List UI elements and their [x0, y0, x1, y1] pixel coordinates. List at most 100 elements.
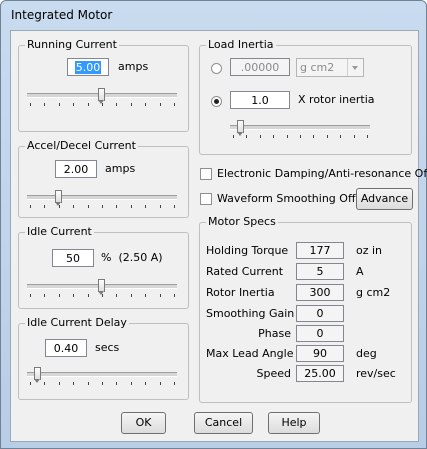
ok-button[interactable]: OK — [121, 412, 166, 434]
slider-tick — [44, 103, 46, 106]
slider-tick — [102, 205, 103, 208]
smoothing-checkbox[interactable] — [200, 193, 212, 205]
slider-tick — [58, 294, 60, 297]
inertia-absolute-input[interactable]: .00000 — [230, 58, 290, 76]
slider-tick — [145, 382, 147, 385]
slider-tick — [116, 294, 118, 297]
spec-unit: A — [356, 265, 364, 278]
slider-tick — [87, 382, 89, 385]
slider-tick — [102, 294, 103, 297]
slider-tick — [58, 382, 60, 385]
slider-tick — [73, 103, 75, 106]
slider-thumb[interactable] — [237, 120, 244, 136]
slider-tick — [30, 294, 31, 297]
idle-current-slider[interactable] — [27, 277, 177, 299]
slider-tick — [145, 103, 147, 106]
slider-tick — [367, 135, 368, 138]
integrated-motor-dialog: Integrated Motor Running Current 5.00 am… — [0, 0, 427, 449]
slider-tick — [87, 294, 89, 297]
slider-tick — [30, 205, 31, 208]
running-current-input[interactable]: 5.00 — [67, 58, 109, 76]
spec-label: Speed — [256, 367, 291, 380]
spec-value: 90 — [296, 345, 344, 362]
spec-unit: rev/sec — [356, 367, 396, 380]
slider-tick — [326, 135, 328, 138]
motor-specs-title: Motor Specs — [206, 215, 278, 228]
damping-checkbox[interactable] — [200, 168, 212, 180]
load-inertia-title: Load Inertia — [206, 38, 276, 51]
spec-value: 0 — [296, 325, 344, 342]
idle-current-input[interactable]: 50 — [52, 249, 94, 267]
slider-thumb[interactable] — [98, 279, 105, 295]
load-inertia-group: Load Inertia .00000 g cm2 1.0 X rotor in… — [199, 38, 412, 155]
idle-current-title: Idle Current — [25, 225, 94, 238]
inertia-slider[interactable] — [230, 118, 370, 140]
slider-tick — [174, 382, 175, 385]
spec-value: 177 — [296, 242, 344, 259]
spec-value: 25.00 — [296, 365, 344, 382]
idle-delay-group: Idle Current Delay 0.40 secs — [18, 316, 189, 400]
spec-label: Max Lead Angle — [206, 347, 294, 360]
slider-thumb[interactable] — [98, 88, 105, 104]
slider-tick — [246, 135, 248, 138]
slider-tick — [159, 205, 161, 208]
idle-delay-slider[interactable] — [27, 365, 177, 387]
slider-tick — [73, 294, 75, 297]
slider-tick — [174, 205, 175, 208]
damping-label: Electronic Damping/Anti-resonance Off — [217, 167, 427, 180]
idle-delay-input[interactable]: 0.40 — [45, 339, 87, 357]
motor-specs-group: Motor Specs Holding Torque 177 oz in Rated … — [199, 215, 412, 403]
slider-tick — [102, 103, 103, 106]
idle-delay-title: Idle Current Delay — [25, 316, 129, 329]
slider-tick — [145, 205, 147, 208]
running-current-title: Running Current — [25, 38, 119, 51]
slider-tick — [44, 294, 46, 297]
slider-ticks — [30, 294, 175, 298]
slider-tick — [44, 382, 46, 385]
accel-current-input[interactable]: 2.00 — [55, 160, 97, 178]
inertia-ratio-radio[interactable] — [211, 96, 222, 107]
slider-tick — [159, 382, 161, 385]
slider-thumb[interactable] — [34, 367, 41, 383]
spec-unit: g cm2 — [356, 286, 391, 299]
cancel-button[interactable]: Cancel — [194, 412, 253, 434]
slider-tick — [130, 294, 132, 297]
idle-current-unit: % (2.50 A) — [101, 251, 163, 264]
slider-tick — [340, 135, 342, 138]
slider-track — [27, 372, 177, 377]
slider-tick — [30, 103, 31, 106]
accel-current-slider[interactable] — [27, 188, 177, 210]
advance-button[interactable]: Advance — [356, 188, 413, 210]
spec-label: Rated Current — [206, 265, 284, 278]
inertia-unit-select[interactable]: g cm2 — [296, 58, 364, 77]
inertia-absolute-radio[interactable] — [211, 63, 222, 74]
help-button[interactable]: Help — [268, 412, 320, 434]
dialog-client-area: Running Current 5.00 amps Accel/Decel Cu… — [10, 30, 427, 442]
slider-tick — [30, 382, 31, 385]
slider-tick — [58, 103, 60, 106]
spec-value: 300 — [296, 284, 344, 301]
idle-delay-unit: secs — [95, 341, 120, 354]
slider-tick — [159, 294, 161, 297]
spec-label: Rotor Inertia — [206, 286, 275, 299]
running-current-slider[interactable] — [27, 86, 177, 108]
slider-tick — [174, 294, 175, 297]
accel-current-unit: amps — [105, 162, 136, 175]
slider-tick — [102, 382, 103, 385]
smoothing-label: Waveform Smoothing Off — [217, 192, 356, 205]
slider-ticks — [30, 382, 175, 386]
slider-track — [27, 195, 177, 200]
accel-current-title: Accel/Decel Current — [25, 139, 138, 152]
spec-unit: oz in — [356, 244, 383, 257]
slider-tick — [286, 135, 288, 138]
slider-ticks — [30, 103, 175, 107]
inertia-ratio-input[interactable]: 1.0 — [230, 91, 290, 109]
title-bar[interactable]: Integrated Motor — [1, 1, 426, 29]
slider-thumb[interactable] — [55, 190, 62, 206]
running-current-group: Running Current 5.00 amps — [18, 38, 189, 132]
spec-label: Smoothing Gain — [206, 307, 295, 320]
slider-track — [230, 125, 370, 130]
slider-tick — [58, 205, 60, 208]
chevron-down-icon — [347, 59, 363, 76]
slider-tick — [116, 103, 118, 106]
